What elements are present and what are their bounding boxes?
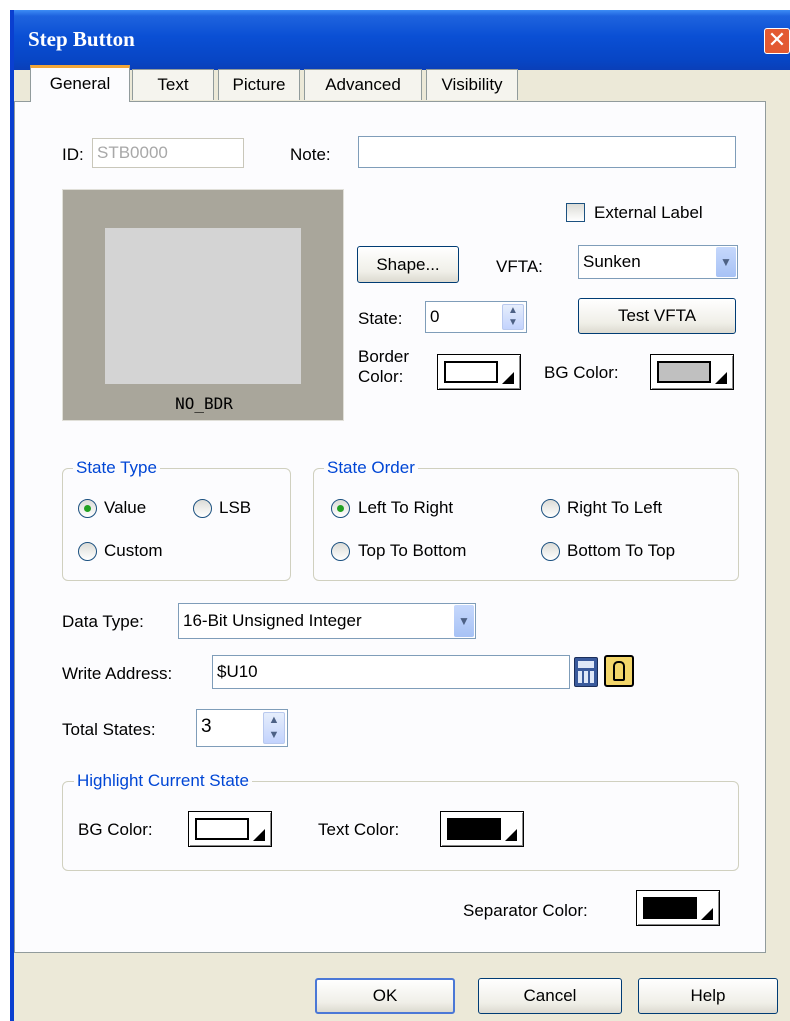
external-label-text: External Label bbox=[594, 203, 703, 222]
separator-color-label: Separator Color: bbox=[463, 901, 588, 920]
border-color-label-1: Border bbox=[358, 347, 410, 366]
spinner-arrows-icon[interactable]: ▲ ▼ bbox=[263, 712, 285, 744]
help-button[interactable]: Help bbox=[638, 978, 778, 1014]
id-label: ID: bbox=[62, 145, 84, 164]
border-color-swatch bbox=[444, 361, 498, 383]
state-type-group bbox=[62, 468, 291, 581]
close-button[interactable]: ✕ bbox=[764, 28, 790, 54]
title-bar[interactable]: Step Button ✕ bbox=[14, 10, 790, 70]
data-type-select[interactable]: 16-Bit Unsigned Integer ▼ bbox=[178, 603, 476, 639]
note-label: Note: bbox=[290, 145, 331, 164]
radio-bottom-to-top[interactable] bbox=[541, 542, 560, 561]
spinner-arrows-icon[interactable]: ▲ ▼ bbox=[502, 304, 524, 330]
id-field: STB0000 bbox=[92, 138, 244, 168]
highlight-text-color-label: Text Color: bbox=[318, 820, 400, 839]
state-label: State: bbox=[358, 309, 403, 328]
state-order-group bbox=[313, 468, 739, 581]
state-type-title: State Type bbox=[73, 458, 160, 478]
tag-lookup-icon[interactable] bbox=[604, 655, 634, 687]
total-states-value: 3 bbox=[201, 716, 212, 737]
vfta-value: Sunken bbox=[583, 252, 641, 271]
bg-color-button[interactable] bbox=[650, 354, 734, 390]
dropdown-triangle-icon bbox=[701, 908, 713, 920]
bg-color-label: BG Color: bbox=[544, 363, 619, 382]
calculator-icon[interactable] bbox=[574, 657, 598, 687]
state-value: 0 bbox=[430, 307, 440, 326]
dropdown-triangle-icon bbox=[253, 829, 265, 841]
dropdown-triangle-icon bbox=[502, 372, 514, 384]
radio-bottom-to-top-label: Bottom To Top bbox=[567, 541, 676, 560]
bg-color-swatch bbox=[657, 361, 711, 383]
border-color-button[interactable] bbox=[437, 354, 521, 390]
highlight-bg-color-label: BG Color: bbox=[78, 820, 153, 839]
radio-custom[interactable] bbox=[78, 542, 97, 561]
ok-button[interactable]: OK bbox=[315, 978, 455, 1014]
tab-text[interactable]: Text bbox=[132, 69, 214, 100]
dialog-title: Step Button bbox=[28, 27, 135, 51]
state-order-title: State Order bbox=[324, 458, 418, 478]
dropdown-triangle-icon bbox=[505, 829, 517, 841]
radio-left-to-right-label: Left To Right bbox=[358, 498, 454, 517]
radio-custom-label: Custom bbox=[104, 541, 163, 560]
radio-top-to-bottom-label: Top To Bottom bbox=[358, 541, 467, 560]
preview-frame: NO_BDR bbox=[62, 189, 344, 421]
highlight-text-color-swatch bbox=[447, 818, 501, 840]
write-address-label: Write Address: bbox=[62, 664, 173, 683]
state-spinner[interactable]: 0 ▲ ▼ bbox=[425, 301, 527, 333]
separator-color-button[interactable] bbox=[636, 890, 720, 926]
preview-button-face bbox=[105, 228, 301, 384]
tab-advanced[interactable]: Advanced bbox=[304, 69, 422, 100]
radio-left-to-right[interactable] bbox=[331, 499, 350, 518]
tab-general[interactable]: General bbox=[30, 65, 130, 102]
tab-picture[interactable]: Picture bbox=[218, 69, 300, 100]
radio-value[interactable] bbox=[78, 499, 97, 518]
radio-right-to-left-label: Right To Left bbox=[567, 498, 663, 517]
chevron-down-icon[interactable]: ▼ bbox=[454, 605, 474, 637]
preview-caption: NO_BDR bbox=[175, 394, 233, 413]
total-states-label: Total States: bbox=[62, 720, 156, 739]
radio-right-to-left[interactable] bbox=[541, 499, 560, 518]
dropdown-triangle-icon bbox=[715, 372, 727, 384]
radio-lsb[interactable] bbox=[193, 499, 212, 518]
radio-top-to-bottom[interactable] bbox=[331, 542, 350, 561]
highlight-title: Highlight Current State bbox=[74, 771, 252, 791]
shape-button[interactable]: Shape... bbox=[357, 246, 459, 283]
write-address-field[interactable]: $U10 bbox=[212, 655, 570, 689]
radio-value-label: Value bbox=[104, 498, 147, 517]
test-vfta-button[interactable]: Test VFTA bbox=[578, 298, 736, 334]
highlight-bg-color-swatch bbox=[195, 818, 249, 840]
close-icon: ✕ bbox=[767, 27, 787, 52]
highlight-bg-color-button[interactable] bbox=[188, 811, 272, 847]
note-field[interactable] bbox=[358, 136, 736, 168]
data-type-value: 16-Bit Unsigned Integer bbox=[183, 611, 362, 630]
cancel-button[interactable]: Cancel bbox=[478, 978, 622, 1014]
vfta-label: VFTA: bbox=[496, 257, 543, 276]
highlight-text-color-button[interactable] bbox=[440, 811, 524, 847]
tab-visibility[interactable]: Visibility bbox=[426, 69, 518, 100]
chevron-down-icon[interactable]: ▼ bbox=[716, 247, 736, 277]
radio-lsb-label: LSB bbox=[219, 498, 252, 517]
highlight-group bbox=[62, 781, 739, 871]
vfta-select[interactable]: Sunken ▼ bbox=[578, 245, 738, 279]
data-type-label: Data Type: bbox=[62, 612, 144, 631]
total-states-spinner[interactable]: 3 ▲ ▼ bbox=[196, 709, 288, 747]
external-label-checkbox[interactable] bbox=[566, 203, 585, 222]
border-color-label-2: Color: bbox=[358, 367, 404, 386]
separator-color-swatch bbox=[643, 897, 697, 919]
